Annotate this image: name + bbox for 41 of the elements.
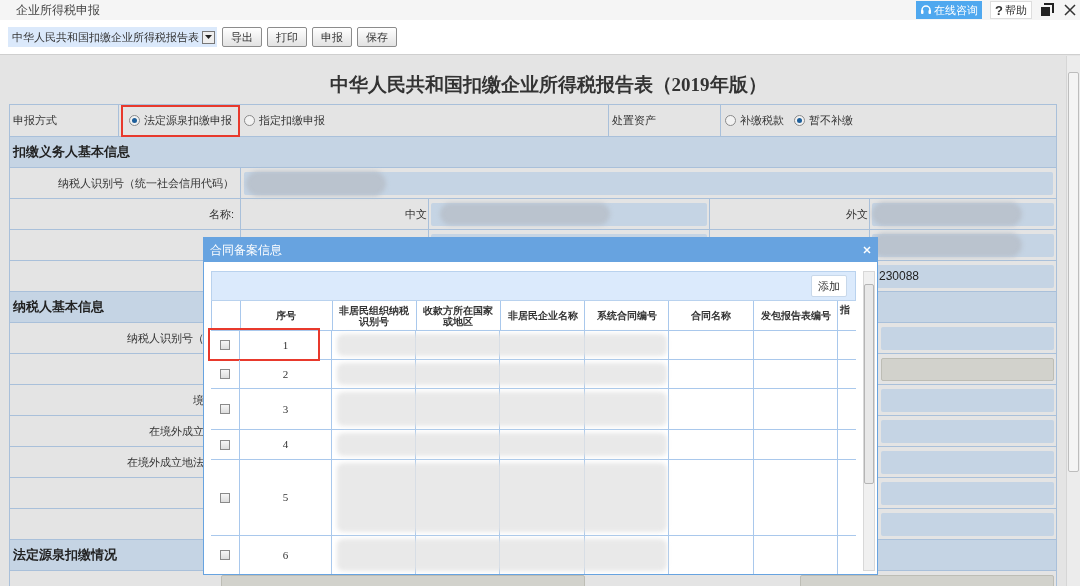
- field-label: 中文: [405, 206, 427, 222]
- field-label: 在境外成立: [149, 423, 204, 439]
- column-header: 系统合同编号: [596, 310, 657, 321]
- column-header: 序号: [276, 310, 297, 321]
- field-label: 纳税人识别号（: [127, 330, 204, 346]
- row-number: 3: [282, 401, 289, 417]
- field-label: 名称:: [208, 206, 234, 222]
- toolbar-button[interactable]: 打印: [267, 27, 307, 47]
- column-header: 发包报告表编号: [760, 310, 831, 321]
- dialog-title: 合同备案信息: [210, 242, 282, 259]
- field-label: 申报方式: [10, 105, 119, 136]
- form-title: 中华人民共和国扣缴企业所得税报告表（2019年版）: [328, 73, 768, 97]
- section-heading: 法定源泉扣缴情况: [13, 546, 117, 565]
- section-heading: 纳税人基本信息: [13, 298, 104, 317]
- field-label: 境: [193, 392, 204, 408]
- row-number: 2: [282, 366, 289, 382]
- field-label: 纳税人识别号（统一社会信用代码）: [10, 168, 241, 198]
- column-header: 指: [840, 304, 851, 315]
- row-number: 1: [282, 337, 289, 353]
- add-button[interactable]: 添加: [811, 275, 847, 297]
- field-label: 在境外成立地法: [127, 454, 204, 470]
- radio-option[interactable]: 补缴税款: [725, 112, 784, 129]
- window-title: 企业所得税申报: [16, 2, 100, 19]
- column-header: 非居民组织纳税识别号: [338, 304, 411, 327]
- report-dropdown[interactable]: 中华人民共和国扣缴企业所得税报告表: [8, 27, 217, 47]
- column-header: 合同名称: [691, 310, 732, 321]
- field-label: 处置资产: [609, 105, 721, 136]
- field-label: 外文: [846, 206, 868, 222]
- row-number: 4: [282, 437, 289, 453]
- toolbar-button[interactable]: 导出: [222, 27, 262, 47]
- column-header: 收款方所在国家或地区: [422, 304, 495, 327]
- toolbar-button[interactable]: 申报: [312, 27, 352, 47]
- toolbar-button[interactable]: 保存: [357, 27, 397, 47]
- radio-option[interactable]: 暂不补缴: [794, 112, 853, 129]
- row-number: 6: [282, 547, 289, 563]
- radio-option[interactable]: 指定扣缴申报: [244, 112, 325, 129]
- column-header: 非居民企业名称: [507, 310, 578, 321]
- help-button[interactable]: ?帮助: [990, 1, 1032, 19]
- section-heading: 扣缴义务人基本信息: [13, 143, 130, 162]
- row-number: 5: [282, 490, 289, 506]
- help-icon: ?: [995, 3, 1003, 17]
